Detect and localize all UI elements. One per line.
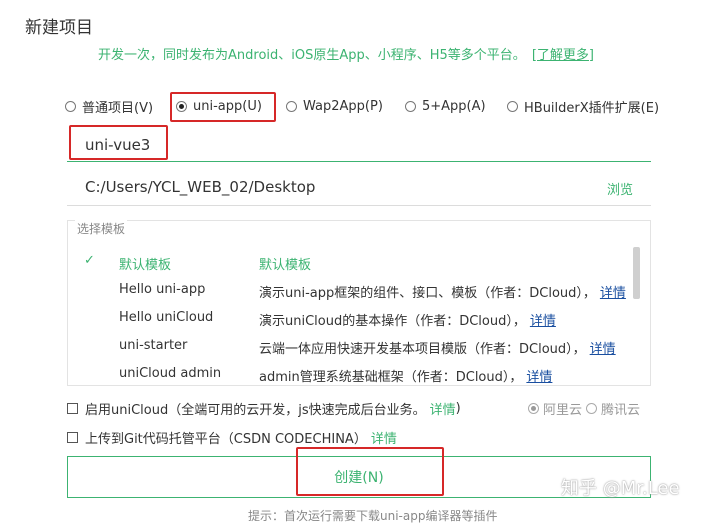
radio-normal-project[interactable]: 普通项目(V) [65,96,153,116]
radio-hbuilderx-plugin[interactable]: HBuilderX插件扩展(E) [507,96,659,116]
template-detail-link[interactable]: 详情 [530,314,556,329]
template-item-default[interactable]: ✓ 默认模板 默认模板 [68,252,628,274]
unicloud-checkbox[interactable] [67,403,78,414]
highlight-uni-app [170,92,276,122]
radio-circle-icon [286,100,297,112]
highlight-create-button [296,447,444,496]
template-detail-link[interactable]: 详情 [600,286,626,301]
radio-label: 普通项目(V) [82,100,154,116]
subtitle-text: 开发一次，同时发布为Android、iOS原生App、小程序、H5等多个平台。 [98,48,526,63]
radio-selected-icon[interactable] [528,403,539,414]
check-icon: ✓ [84,253,95,268]
unicloud-option: 启用uniCloud（全端可用的云开发，js快速完成后台业务。 详情) [67,399,461,418]
zhihu-watermark: 知乎 @Mr.Lee [561,478,680,499]
template-desc-text: 云端一体应用快速开发基本项目模版（作者：DCloud）， [259,342,586,357]
template-item-hello-unicloud[interactable]: Hello uniCloud 演示uniCloud的基本操作（作者：DCloud… [68,308,628,330]
template-scrollbar[interactable] [633,247,640,299]
radio-wap2app[interactable]: Wap2App(P) [286,96,383,116]
radio-label: Wap2App(P) [303,98,383,114]
template-desc: 云端一体应用快速开发基本项目模版（作者：DCloud）， 详情 [259,338,616,357]
browse-button[interactable]: 浏览 [607,179,633,198]
provider-aliyun: 阿里云 [543,403,583,418]
template-desc: 默认模板 [259,258,312,273]
template-name: uniCloud admin [119,366,222,381]
git-checkbox[interactable] [67,432,78,443]
radio-circle-icon [405,100,416,112]
template-detail-link[interactable]: 详情 [526,370,552,385]
git-label: 上传到Git代码托管平台（CSDN CODECHINA） [85,432,367,447]
radio-label: 5+App(A) [422,98,486,114]
template-name: 默认模板 [119,258,172,273]
template-name: uni-starter [119,338,188,353]
template-desc: admin管理系统基础框架（作者：DCloud）， 详情 [259,366,552,385]
template-desc: 演示uniCloud的基本操作（作者：DCloud）， 详情 [259,310,556,329]
dialog-subtitle: 开发一次，同时发布为Android、iOS原生App、小程序、H5等多个平台。 [… [98,44,594,63]
template-item-unicloud-admin[interactable]: uniCloud admin admin管理系统基础框架（作者：DCloud），… [68,364,628,385]
template-desc-text: admin管理系统基础框架（作者：DCloud）， [259,370,523,385]
unicloud-close-paren: ) [455,401,461,416]
project-location-input[interactable] [67,172,597,202]
template-name: Hello uni-app [119,282,206,297]
location-divider [67,205,651,206]
git-option: 上传到Git代码托管平台（CSDN CODECHINA） 详情 [67,428,397,447]
dialog-title: 新建项目 [25,18,93,38]
template-list: ✓ 默认模板 默认模板 Hello uni-app 演示uni-app框架的组件… [67,220,651,386]
template-desc-text: 演示uni-app框架的组件、接口、模板（作者：DCloud）， [259,286,596,301]
highlight-project-name [69,125,168,160]
template-detail-link[interactable]: 详情 [590,342,616,357]
template-item-hello-uni-app[interactable]: Hello uni-app 演示uni-app框架的组件、接口、模板（作者：DC… [68,280,628,302]
git-detail-link[interactable]: 详情 [371,428,397,447]
project-type-group: 普通项目(V) uni-app(U) Wap2App(P) 5+App(A) H… [65,96,665,116]
template-item-uni-starter[interactable]: uni-starter 云端一体应用快速开发基本项目模版（作者：DCloud），… [68,336,628,358]
radio-circle-icon [507,100,518,112]
unicloud-label: 启用uniCloud（全端可用的云开发，js快速完成后台业务。 [85,403,426,418]
learn-more-link[interactable]: [了解更多] [532,48,594,63]
unicloud-detail-link[interactable]: 详情 [430,399,456,418]
cloud-provider-group: 阿里云 腾讯云 [528,399,640,418]
provider-tencent: 腾讯云 [601,403,641,418]
template-group-label: 选择模板 [75,220,128,237]
template-desc: 演示uni-app框架的组件、接口、模板（作者：DCloud）， 详情 [259,282,626,301]
radio-label: HBuilderX插件扩展(E) [524,100,660,116]
template-name: Hello uniCloud [119,310,214,325]
radio-circle-icon[interactable] [586,403,598,414]
radio-5plus-app[interactable]: 5+App(A) [405,96,486,116]
template-desc-text: 演示uniCloud的基本操作（作者：DCloud）， [259,314,526,329]
radio-circle-icon [65,100,76,112]
